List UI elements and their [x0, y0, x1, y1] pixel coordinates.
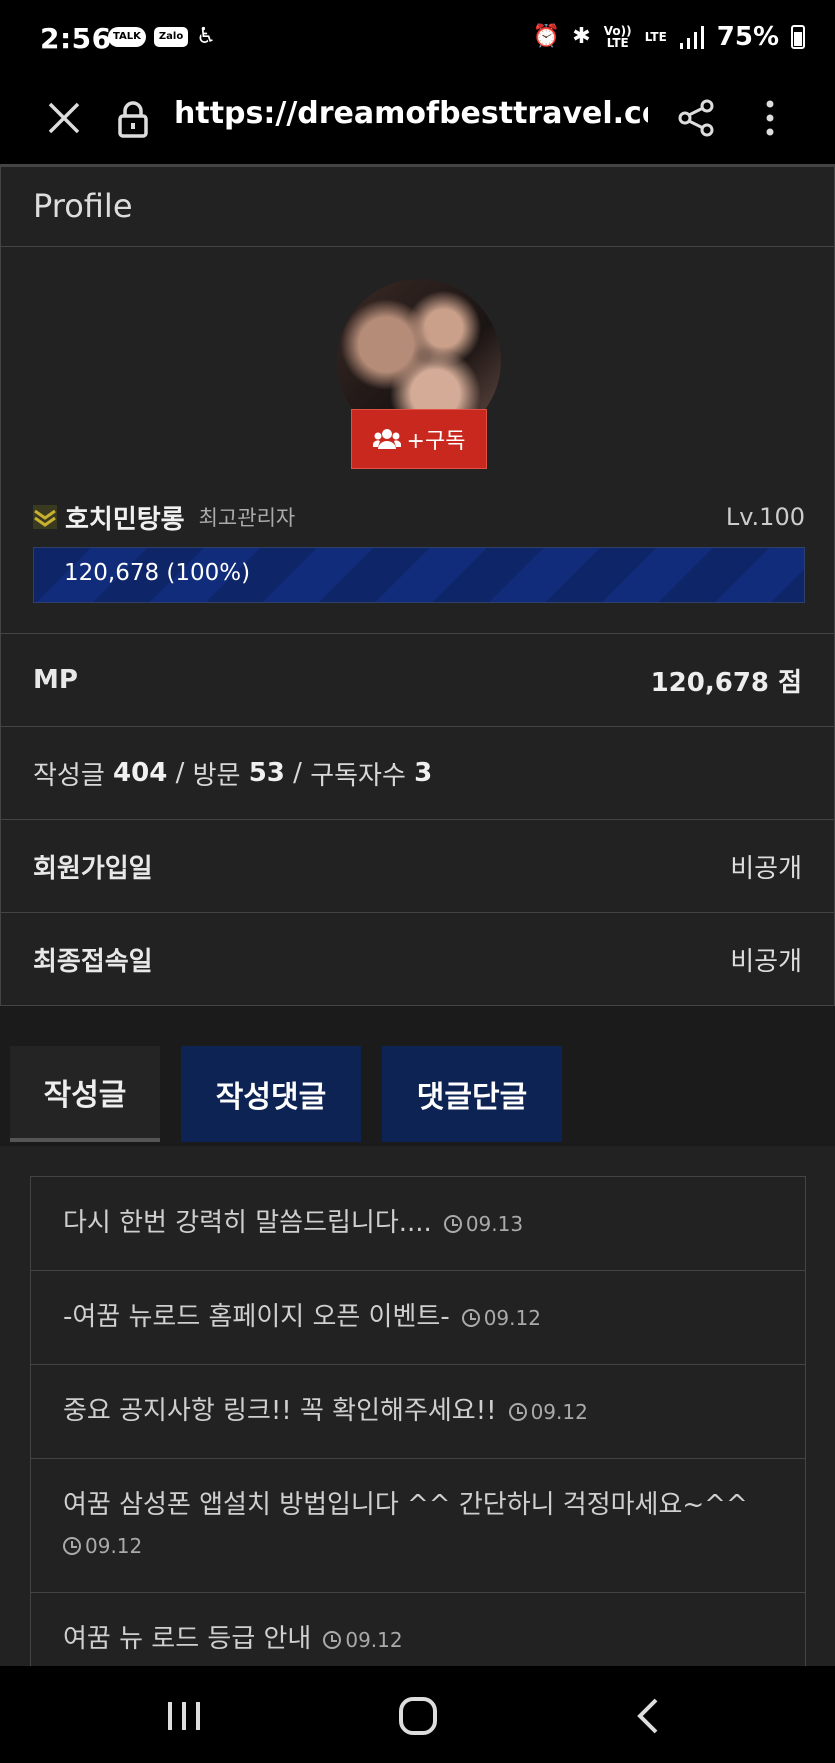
- kakaotalk-icon: TALK: [108, 27, 146, 47]
- join-date-label: 회원가입일: [33, 853, 153, 884]
- lte-icon: LTE: [644, 30, 667, 44]
- list-item[interactable]: 다시 한번 강력히 말씀드립니다.... 09.13: [31, 1177, 805, 1271]
- user-level: Lv.100: [725, 503, 805, 531]
- post-title[interactable]: 여꿈 삼성폰 앱설치 방법입니다 ^^ 간단하니 걱정마세요~^^: [63, 1490, 748, 1520]
- battery-icon: [791, 25, 805, 49]
- back-icon[interactable]: [628, 1694, 672, 1738]
- lock-icon[interactable]: [116, 100, 150, 138]
- user-nickname[interactable]: 호치민탕롱: [65, 499, 185, 536]
- notification-icons: TALK Zalo ♿: [108, 26, 216, 48]
- system-icons: ⏰ ✱ Vo)) LTE LTE 75%: [533, 22, 805, 52]
- post-title[interactable]: 다시 한번 강력히 말씀드립니다....: [63, 1208, 432, 1238]
- activity-stats-row: 작성글 404 / 방문 53 / 구독자수 3: [1, 726, 834, 819]
- subscribers-count: 3: [414, 758, 433, 788]
- status-bar: 2:56 TALK Zalo ♿ ⏰ ✱ Vo)) LTE LTE 75%: [0, 0, 835, 70]
- post-date-text: 09.12: [483, 1306, 541, 1330]
- clock-icon: [508, 1403, 527, 1421]
- signal-icon: [679, 26, 704, 49]
- clock-icon: [443, 1215, 462, 1233]
- tab-posts[interactable]: 작성글: [10, 1046, 160, 1142]
- tab-commented-posts[interactable]: 댓글단글: [382, 1046, 562, 1142]
- last-login-row: 최종접속일 비공개: [1, 912, 834, 1005]
- alarm-icon: ⏰: [532, 24, 561, 49]
- volte-icon: Vo)) LTE: [603, 24, 632, 50]
- post-title[interactable]: 중요 공지사항 링크!! 꼭 확인해주세요!!: [63, 1396, 497, 1426]
- share-icon[interactable]: [676, 98, 716, 138]
- visits-label: 방문: [192, 760, 241, 791]
- join-date-row: 회원가입일 비공개: [1, 819, 834, 912]
- subscribers-label: 구독자수: [310, 760, 406, 791]
- posts-label: 작성글: [33, 760, 105, 791]
- subscribe-button[interactable]: +구독: [351, 409, 487, 469]
- experience-bar: 120,678 (100%): [33, 547, 805, 603]
- post-date-text: 09.12: [85, 1534, 143, 1558]
- subscribe-label: +구독: [406, 429, 466, 454]
- post-date-text: 09.12: [345, 1628, 403, 1652]
- list-item[interactable]: 중요 공지사항 링크!! 꼭 확인해주세요!! 09.12: [31, 1365, 805, 1459]
- clock-icon: [461, 1309, 480, 1327]
- post-date: 09.13: [443, 1212, 524, 1236]
- experience-text: 120,678 (100%): [64, 560, 251, 586]
- rank-chevron-icon: [33, 505, 57, 529]
- post-date: 09.12: [323, 1628, 403, 1652]
- home-icon[interactable]: [396, 1694, 440, 1738]
- users-icon: [372, 429, 401, 449]
- last-login-value: 비공개: [730, 946, 802, 977]
- more-options-icon[interactable]: [752, 98, 788, 138]
- stats-separator: /: [175, 758, 185, 788]
- content-tabs: 작성글 작성댓글 댓글단글: [0, 1006, 835, 1146]
- post-title[interactable]: 여꿈 뉴 로드 등급 안내: [63, 1624, 311, 1654]
- close-icon[interactable]: [44, 98, 84, 138]
- clock-icon: [63, 1537, 81, 1555]
- panel-title: Profile: [1, 167, 834, 247]
- join-date-value: 비공개: [730, 853, 802, 884]
- system-navigation-bar: [0, 1666, 835, 1763]
- posts-count: 404: [113, 758, 168, 788]
- mp-label: MP: [33, 665, 78, 695]
- user-role: 최고관리자: [198, 506, 296, 530]
- status-time: 2:56: [40, 22, 112, 55]
- post-list-area: 다시 한번 강력히 말씀드립니다.... 09.13 -여꿈 뉴로드 홈페이지 오…: [0, 1146, 835, 1688]
- stats-separator: /: [293, 758, 302, 788]
- bluetooth-icon: ✱: [572, 24, 591, 49]
- recent-apps-icon[interactable]: [162, 1694, 206, 1738]
- list-item[interactable]: -여꿈 뉴로드 홈페이지 오픈 이벤트- 09.12: [31, 1271, 805, 1365]
- clock-icon: [323, 1631, 342, 1649]
- last-login-label: 최종접속일: [33, 946, 153, 977]
- battery-percent: 75%: [716, 22, 779, 52]
- user-name-row: 호치민탕롱 최고관리자 Lv.100: [33, 497, 805, 537]
- url-field[interactable]: https://dreamofbesttravel.com/l: [174, 96, 648, 131]
- tab-comments[interactable]: 작성댓글: [181, 1046, 361, 1142]
- post-date-text: 09.12: [530, 1400, 588, 1424]
- post-date: 09.12: [461, 1306, 541, 1330]
- post-date-text: 09.13: [465, 1212, 524, 1236]
- list-item[interactable]: 여꿈 삼성폰 앱설치 방법입니다 ^^ 간단하니 걱정마세요~^^ 09.12: [31, 1459, 805, 1593]
- post-date: 09.12: [508, 1400, 588, 1424]
- post-date: 09.12: [63, 1534, 142, 1558]
- profile-panel: Profile +구독 호치민탕롱 최고관리자 Lv.100 120,678 (…: [0, 166, 835, 1006]
- mp-row: MP 120,678 점: [1, 633, 834, 726]
- mp-value: 120,678 점: [650, 667, 802, 698]
- browser-toolbar: https://dreamofbesttravel.com/l: [0, 70, 835, 166]
- post-title[interactable]: -여꿈 뉴로드 홈페이지 오픈 이벤트-: [63, 1302, 450, 1332]
- zalo-icon: Zalo: [153, 27, 189, 47]
- post-list: 다시 한번 강력히 말씀드립니다.... 09.13 -여꿈 뉴로드 홈페이지 오…: [30, 1176, 806, 1688]
- visits-count: 53: [248, 758, 285, 788]
- accessibility-icon: ♿: [196, 24, 216, 49]
